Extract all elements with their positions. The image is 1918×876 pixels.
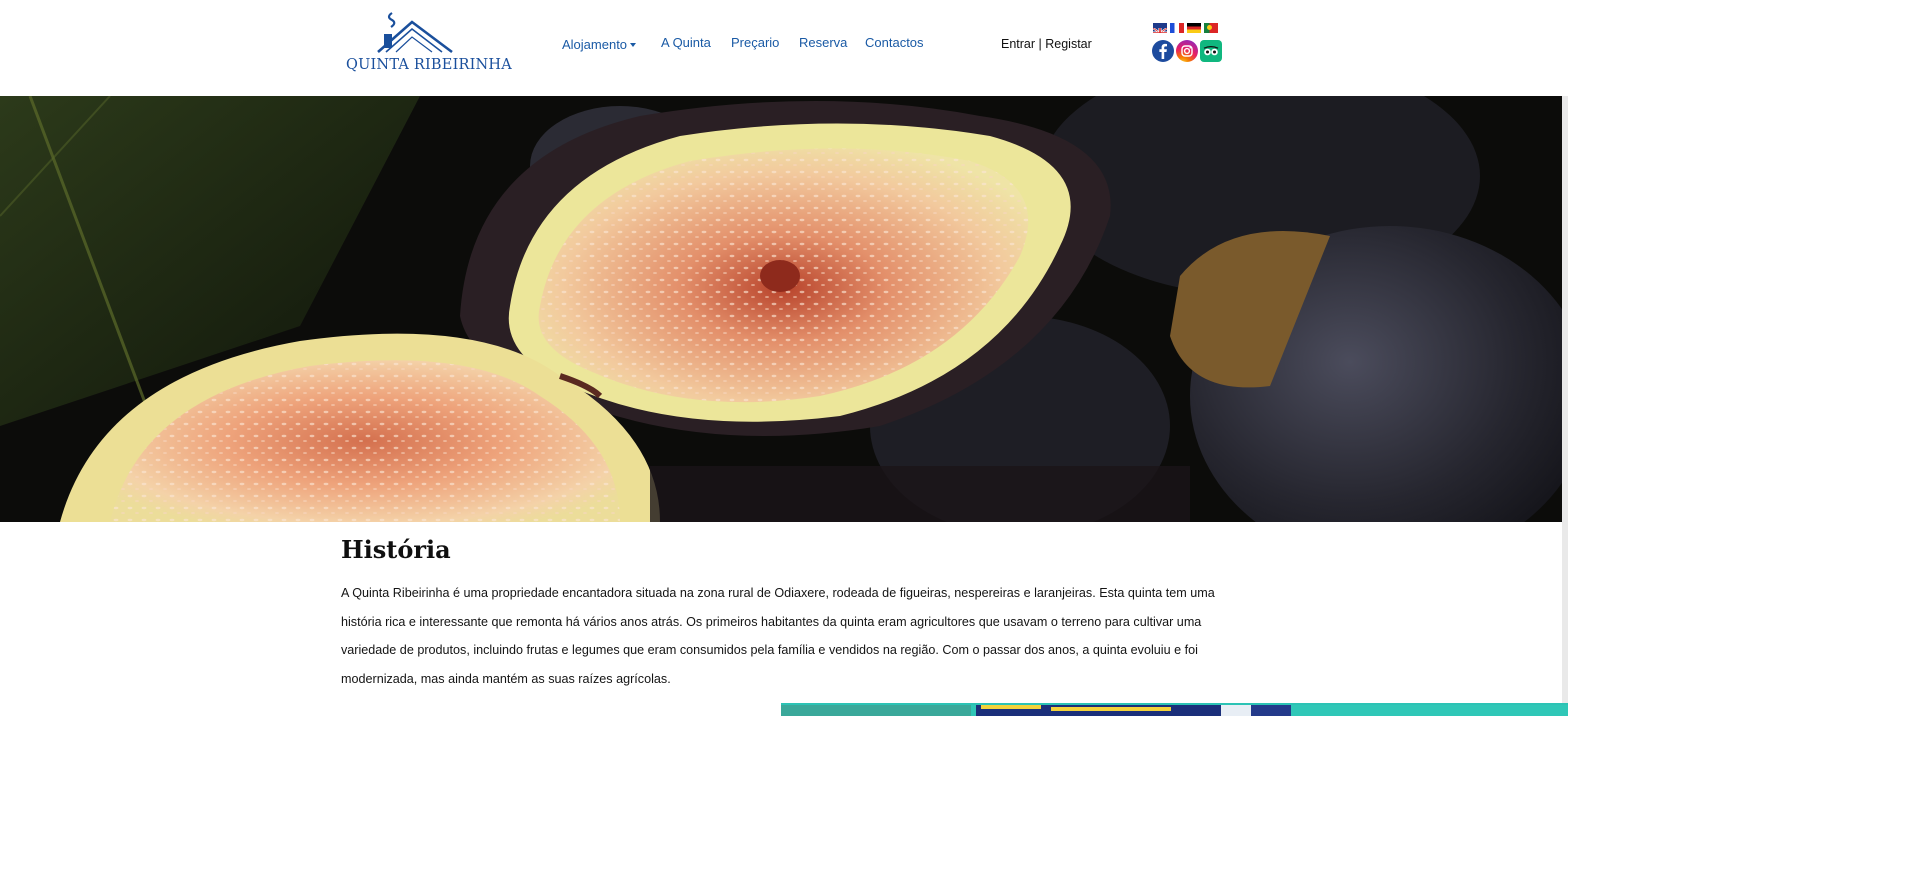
facebook-icon[interactable]: [1152, 40, 1174, 62]
logo-link[interactable]: QUINTA RIBEIRINHA: [346, 10, 512, 80]
site-header: QUINTA RIBEIRINHA Alojamento A Quinta Pr…: [0, 0, 1568, 96]
register-link[interactable]: Registar: [1045, 37, 1092, 51]
scrollbar[interactable]: [1562, 96, 1568, 706]
nav-a-quinta[interactable]: A Quinta: [661, 35, 711, 50]
nav-reserva[interactable]: Reserva: [799, 35, 847, 50]
login-link[interactable]: Entrar: [1001, 37, 1035, 51]
flag-portugal-icon[interactable]: [1204, 23, 1218, 33]
nav-alojamento[interactable]: Alojamento: [562, 37, 637, 52]
hero-figs-image: [0, 96, 1562, 522]
figs-photo: [0, 96, 1562, 522]
caret-down-icon: [630, 42, 637, 47]
nav-precario[interactable]: Preçario: [731, 35, 779, 50]
history-title: História: [341, 535, 451, 564]
flag-france-icon[interactable]: [1170, 23, 1184, 33]
history-body: A Quinta Ribeirinha é uma propriedade en…: [341, 586, 1215, 686]
house-logo-icon: [377, 12, 453, 54]
instagram-icon[interactable]: [1176, 40, 1198, 62]
tripadvisor-icon[interactable]: [1200, 40, 1222, 62]
flag-germany-icon[interactable]: [1187, 23, 1201, 33]
logo-text: QUINTA RIBEIRINHA: [346, 57, 512, 73]
nav-contactos[interactable]: Contactos: [865, 35, 924, 50]
boat-photo: [781, 705, 1568, 716]
auth-links: Entrar | Registar: [1001, 37, 1092, 51]
flag-uk-icon[interactable]: [1153, 23, 1167, 33]
auth-separator: |: [1035, 37, 1046, 51]
boat-image: [781, 703, 1568, 716]
nav-alojamento-label: Alojamento: [562, 37, 628, 52]
